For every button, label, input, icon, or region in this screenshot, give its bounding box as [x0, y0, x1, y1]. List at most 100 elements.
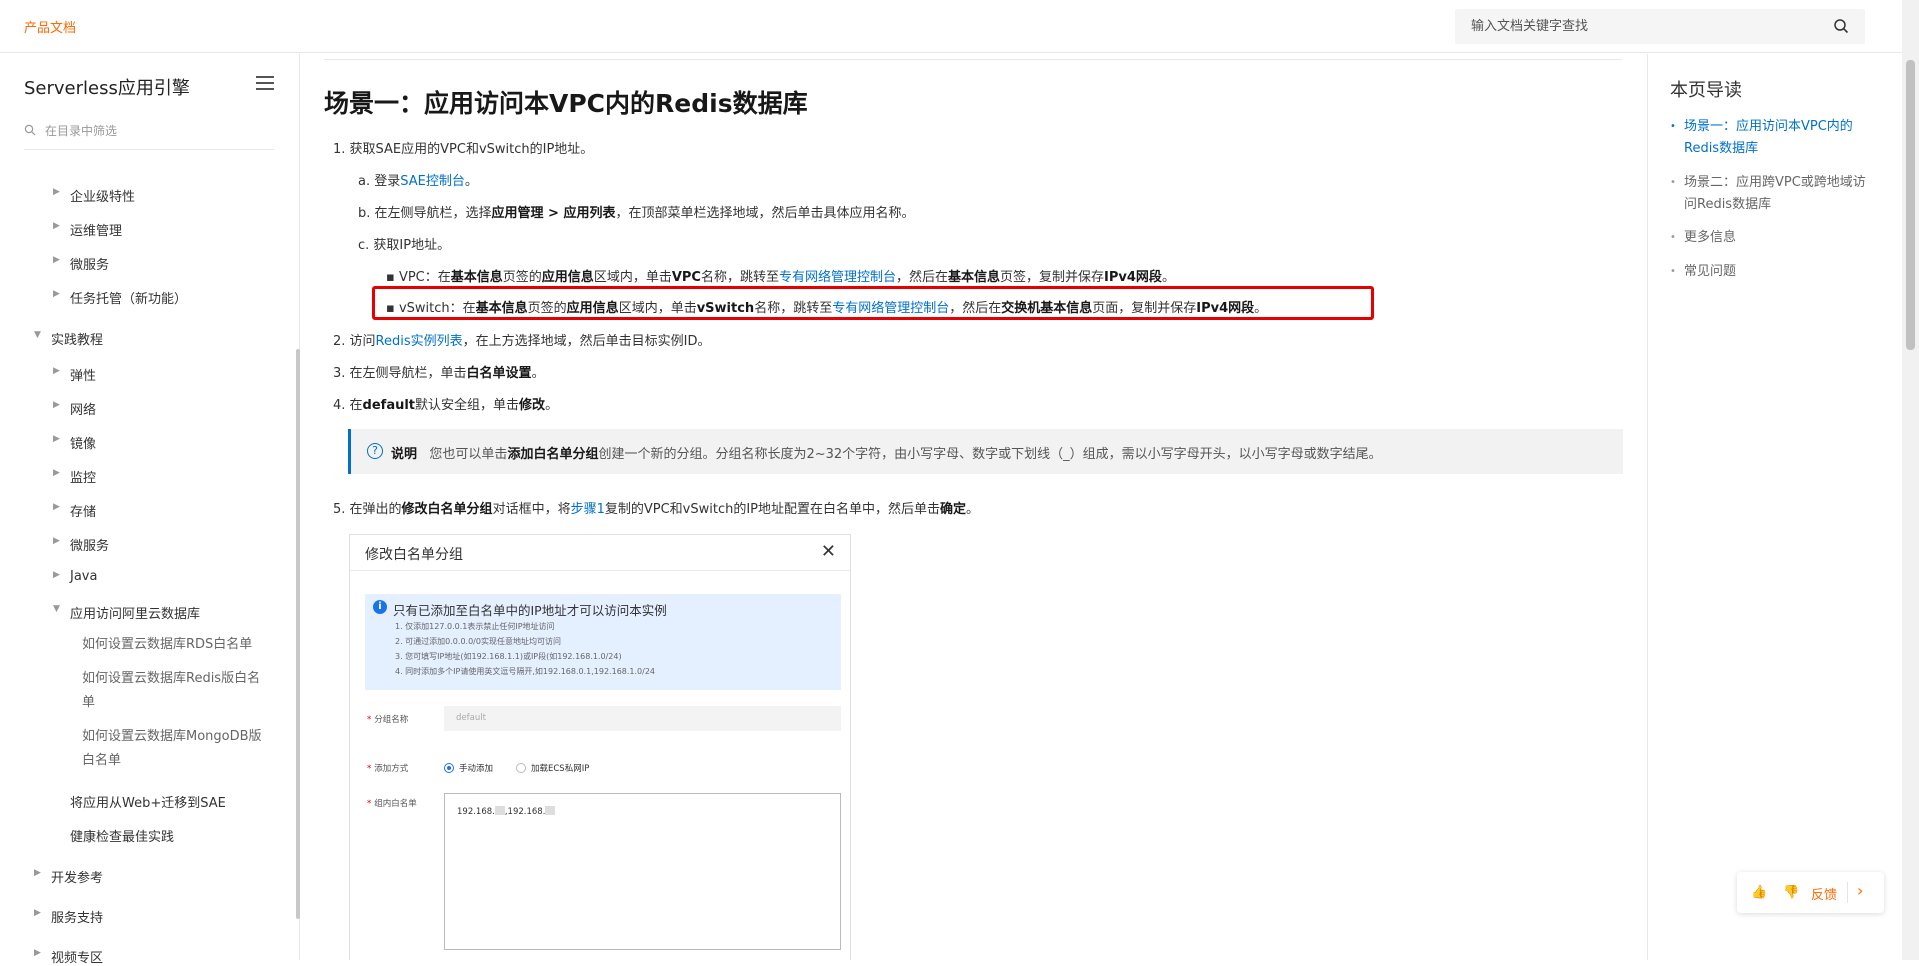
add-method-label: * 添加方式	[367, 764, 409, 774]
toc-item-scene2[interactable]: 场景二：应用跨VPC或跨地域访问Redis数据库	[1670, 172, 1870, 216]
sidebar-item-task-hosting[interactable]: ▶ 任务托管（新功能）	[53, 288, 187, 307]
chevron-right-icon: ▶	[53, 570, 60, 580]
step-5: 5. 在弹出的修改白名单分组对话框中，将步骤1复制的VPC和vSwitch的IP…	[333, 502, 980, 517]
step1-link[interactable]: 步骤1	[571, 502, 605, 517]
sidebar-item-video[interactable]: ▶ 视频专区	[34, 947, 103, 966]
chevron-right-icon: ▶	[34, 868, 41, 878]
sidebar-item-web-migrate[interactable]: 将应用从Web+迁移到SAE	[70, 792, 226, 811]
dialog-screenshot: 修改白名单分组 ✕ i 只有已添加至白名单中的IP地址才可以访问本实例 1. 仅…	[349, 534, 851, 960]
chevron-right-icon: ▶	[53, 536, 60, 546]
vpc-console-link[interactable]: 专有网络管理控制台	[779, 270, 896, 285]
chevron-right-icon: ▶	[53, 434, 60, 444]
info-heading: 只有已添加至白名单中的IP地址才可以访问本实例	[393, 603, 667, 618]
sidebar-item-cloud-db[interactable]: ▼ 应用访问阿里云数据库	[53, 603, 200, 622]
sidebar-item-health-check[interactable]: 健康检查最佳实践	[70, 826, 174, 845]
sidebar-item-tutorials[interactable]: ▼ 实践教程	[34, 329, 103, 348]
chevron-right-icon: ▶	[53, 502, 60, 512]
search-input[interactable]	[1455, 9, 1815, 44]
sidebar-item-ops[interactable]: ▶ 运维管理	[53, 220, 122, 239]
sidebar-item-enterprise[interactable]: ▶ 企业级特性	[53, 186, 135, 205]
search-box	[1455, 9, 1865, 44]
filter-input[interactable]	[45, 121, 265, 141]
step-1a: a. 登录SAE控制台。	[358, 174, 478, 189]
sidebar-item-dev-ref[interactable]: ▶ 开发参考	[34, 867, 103, 886]
sidebar: Serverless应用引擎 ▶企业级特性 ▶运维管理 ▶微服务 ▶任务托管（新…	[0, 54, 300, 966]
sidebar-item-microservice[interactable]: ▶ 微服务	[53, 254, 109, 273]
feedback-button[interactable]: 反馈	[1811, 884, 1837, 903]
chevron-right-icon: ▶	[53, 187, 60, 197]
step-3: 3. 在左侧导航栏，单击白名单设置。	[333, 366, 545, 381]
info-line: 3. 您可填写IP地址(如192.168.1.1)或IP段(如192.168.1…	[395, 652, 622, 661]
toc-item-scene1[interactable]: 场景一：应用访问本VPC内的Redis数据库	[1670, 116, 1870, 160]
info-icon: i	[373, 600, 387, 614]
chevron-right-icon: ▶	[53, 289, 60, 299]
toc-panel: 本页导读 场景一：应用访问本VPC内的Redis数据库 场景二：应用跨VPC或跨…	[1647, 54, 1902, 960]
thumbs-up-icon[interactable]: 👍	[1751, 884, 1768, 901]
chevron-right-icon: ▶	[53, 221, 60, 231]
step-4: 4. 在default默认安全组，单击修改。	[333, 398, 559, 413]
chevron-down-icon: ▼	[53, 604, 60, 614]
sidebar-filter	[24, 120, 274, 150]
sae-console-link[interactable]: SAE控制台	[400, 174, 465, 189]
sidebar-item-microservice-2[interactable]: ▶ 微服务	[53, 535, 109, 554]
toc-item-faq[interactable]: 常见问题	[1670, 261, 1870, 283]
sidebar-item-support[interactable]: ▶ 服务支持	[34, 907, 103, 926]
whitelist-label: * 组内白名单	[367, 799, 417, 809]
sidebar-title: Serverless应用引擎	[24, 78, 190, 99]
toc-title: 本页导读	[1670, 80, 1742, 101]
sidebar-item-storage[interactable]: ▶ 存储	[53, 501, 96, 520]
step-1: 1. 获取SAE应用的VPC和vSwitch的IP地址。	[333, 142, 594, 157]
radio-ecs: 加载ECS私网IP	[516, 762, 589, 774]
whitelist-textarea: 192.168. ,192.168.	[444, 793, 841, 950]
main-content: 场景一：应用访问本VPC内的Redis数据库 1. 获取SAE应用的VPC和vS…	[300, 54, 1646, 960]
chevron-right-icon: ▶	[53, 366, 60, 376]
chevron-right-icon: ▶	[53, 255, 60, 265]
redis-instance-list-link[interactable]: Redis实例列表	[376, 334, 463, 349]
step-2: 2. 访问Redis实例列表，在上方选择地域，然后单击目标实例ID。	[333, 334, 711, 349]
note-text: 说明 您也可以单击添加白名单分组创建一个新的分组。分组名称长度为2~32个字符，…	[391, 447, 1382, 462]
sidebar-item-redis-whitelist[interactable]: 如何设置云数据库Redis版白名单	[82, 667, 267, 715]
chevron-down-icon: ▼	[34, 330, 41, 340]
sidebar-item-rds-whitelist[interactable]: 如何设置云数据库RDS白名单	[82, 633, 267, 657]
page-title: 场景一：应用访问本VPC内的Redis数据库	[324, 89, 808, 118]
divider	[324, 59, 1622, 60]
group-name-label: * 分组名称	[367, 715, 409, 725]
radio-manual: 手动添加	[444, 762, 493, 774]
group-name-field: default	[444, 706, 841, 731]
sidebar-item-mongodb-whitelist[interactable]: 如何设置云数据库MongoDB版白名单	[82, 725, 267, 773]
chevron-right-icon: ▶	[34, 948, 41, 958]
feedback-widget: 👍 👎 反馈 ›	[1737, 872, 1884, 913]
sidebar-item-image[interactable]: ▶ 镜像	[53, 433, 96, 452]
sidebar-item-monitor[interactable]: ▶ 监控	[53, 467, 96, 486]
page-scrollbar[interactable]	[1902, 0, 1919, 960]
chevron-right-icon: ▶	[53, 468, 60, 478]
chevron-right-icon: ▶	[53, 400, 60, 410]
vswitch-bullet: ▪ vSwitch：在基本信息页签的应用信息区域内，单击vSwitch名称，跳转…	[386, 301, 1268, 316]
top-bar: 产品文档	[0, 0, 1902, 53]
chevron-right-icon[interactable]: ›	[1857, 881, 1863, 900]
note-box: ? 说明 您也可以单击添加白名单分组创建一个新的分组。分组名称长度为2~32个字…	[348, 429, 1623, 474]
divider	[1847, 882, 1848, 903]
search-icon[interactable]	[1833, 18, 1849, 34]
info-box: i 只有已添加至白名单中的IP地址才可以访问本实例 1. 仅添加127.0.0.…	[365, 594, 841, 690]
sidebar-item-java[interactable]: ▶ Java	[53, 569, 97, 584]
info-line: 4. 同时添加多个IP请使用英文逗号隔开,如192.168.0.1,192.16…	[395, 667, 656, 676]
search-icon	[24, 124, 36, 136]
info-line: 2. 可通过添加0.0.0.0/0实现任意地址均可访问	[395, 637, 561, 646]
sidebar-item-elastic[interactable]: ▶ 弹性	[53, 365, 96, 384]
close-icon: ✕	[820, 541, 836, 562]
thumbs-down-icon[interactable]: 👎	[1783, 884, 1800, 901]
step-1b: b. 在左侧导航栏，选择应用管理 > 应用列表，在顶部菜单栏选择地域，然后单击具…	[358, 206, 915, 221]
step-1c: c. 获取IP地址。	[358, 238, 451, 253]
vpc-console-link-2[interactable]: 专有网络管理控制台	[832, 301, 949, 316]
scrollbar-thumb[interactable]	[1906, 60, 1915, 350]
dialog-header: 修改白名单分组 ✕	[350, 535, 850, 571]
sidebar-item-network[interactable]: ▶ 网络	[53, 399, 96, 418]
product-docs-link[interactable]: 产品文档	[24, 17, 76, 36]
toc-item-more-info[interactable]: 更多信息	[1670, 227, 1870, 249]
menu-icon[interactable]	[256, 76, 274, 92]
chevron-right-icon: ▶	[34, 908, 41, 918]
dialog-title: 修改白名单分组	[365, 547, 463, 563]
help-icon: ?	[367, 443, 383, 459]
info-line: 1. 仅添加127.0.0.1表示禁止任何IP地址访问	[395, 622, 555, 631]
